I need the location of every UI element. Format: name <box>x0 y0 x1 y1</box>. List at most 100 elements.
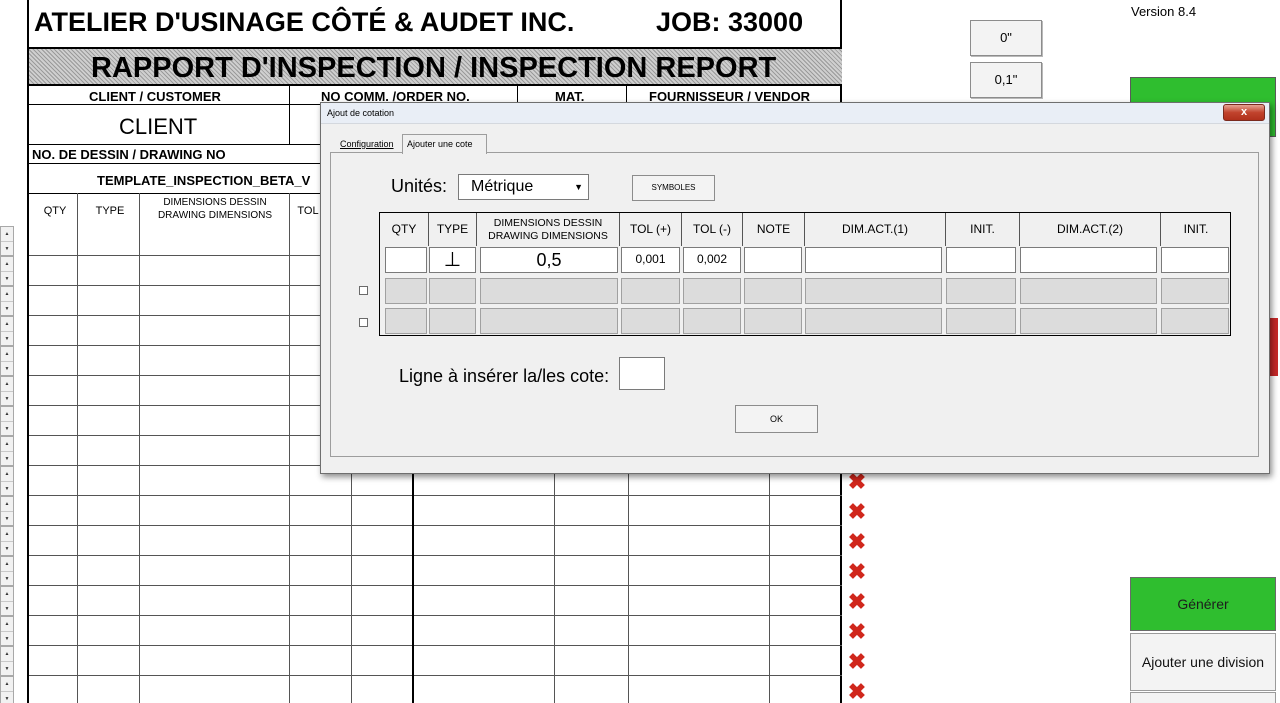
client-label: CLIENT / CUSTOMER <box>89 89 221 104</box>
row3-init-2-input[interactable] <box>1161 308 1229 334</box>
increment-01-button[interactable]: 0,1" <box>970 62 1042 98</box>
row3-checkbox[interactable] <box>359 318 368 327</box>
add-division-button[interactable]: Ajouter une division <box>1130 633 1276 691</box>
delete-row-icon[interactable]: ✖ <box>846 531 868 553</box>
close-button[interactable]: x <box>1223 104 1265 121</box>
row-spinner[interactable]: ▲ ▼ <box>0 436 14 466</box>
delete-row-icon[interactable]: ✖ <box>846 561 868 583</box>
row2-tol-plus-input[interactable] <box>621 278 680 304</box>
row-spinner[interactable]: ▲ ▼ <box>0 586 14 616</box>
row3-dimension-input[interactable] <box>480 308 618 334</box>
col-type-header: TYPE <box>95 205 125 217</box>
dialog-title: Ajout de cotation <box>327 108 395 118</box>
row-spinner[interactable]: ▲ ▼ <box>0 256 14 286</box>
units-select[interactable]: Métrique ▼ <box>458 174 589 200</box>
row-spinner[interactable]: ▲ ▼ <box>0 616 14 646</box>
row-spinner[interactable]: ▲ ▼ <box>0 466 14 496</box>
row1-dim-act-1-input[interactable] <box>805 247 942 273</box>
tab-add-dimension[interactable]: Ajouter une cote <box>402 134 487 154</box>
report-title-band: RAPPORT D'INSPECTION / INSPECTION REPORT <box>29 47 842 86</box>
ok-button[interactable]: OK <box>735 405 818 433</box>
row-spinner[interactable]: ▲ ▼ <box>0 676 14 703</box>
row3-tol-plus-input[interactable] <box>621 308 680 334</box>
row1-tol-minus-input[interactable]: 0,002 <box>683 247 741 273</box>
header-dim-act-2: DIM.ACT.(2) <box>1020 213 1161 246</box>
row-spinner[interactable]: ▲ ▼ <box>0 376 14 406</box>
tab-add-dimension-label: Ajouter une cote <box>407 139 473 149</box>
header-type: TYPE <box>429 213 477 246</box>
template-value[interactable]: TEMPLATE_INSPECTION_BETA_V <box>97 173 310 188</box>
delete-row-icon[interactable]: ✖ <box>846 681 868 703</box>
delete-row-icon[interactable]: ✖ <box>846 471 868 493</box>
divider <box>289 193 290 703</box>
perpendicular-symbol-icon: ⊥ <box>443 249 462 271</box>
row1-type-cell[interactable]: ⊥ <box>429 247 476 273</box>
header-tol-plus: TOL (+) <box>620 213 682 246</box>
row2-dim-act-2-input[interactable] <box>1020 278 1157 304</box>
row-spinner[interactable]: ▲ ▼ <box>0 286 14 316</box>
row2-init-1-input[interactable] <box>946 278 1016 304</box>
row3-type-cell[interactable] <box>429 308 476 334</box>
delete-row-icon[interactable]: ✖ <box>846 501 868 523</box>
company-name: ATELIER D'USINAGE CÔTÉ & AUDET INC. <box>34 7 575 37</box>
row1-init-1-input[interactable] <box>946 247 1016 273</box>
row2-qty-input[interactable] <box>385 278 427 304</box>
row2-tol-minus-input[interactable] <box>683 278 741 304</box>
col-tol-header: TOL <box>297 205 319 217</box>
divider <box>289 86 290 144</box>
row2-type-cell[interactable] <box>429 278 476 304</box>
row3-dim-act-1-input[interactable] <box>805 308 942 334</box>
units-select-value: Métrique <box>471 178 534 195</box>
delete-row-icon[interactable]: ✖ <box>846 651 868 673</box>
header-qty: QTY <box>380 213 429 246</box>
row1-init-2-input[interactable] <box>1161 247 1229 273</box>
row-spinner[interactable]: ▲ ▼ <box>0 526 14 556</box>
dropdown-arrow-icon[interactable]: ▼ <box>574 175 583 199</box>
row1-tol-plus-input[interactable]: 0,001 <box>621 247 680 273</box>
tab-configuration-label: Configuration <box>340 139 394 149</box>
row-spinner[interactable]: ▲ ▼ <box>0 316 14 346</box>
row3-note-input[interactable] <box>744 308 802 334</box>
row-spinner[interactable]: ▲ ▼ <box>0 496 14 526</box>
row1-dim-act-2-input[interactable] <box>1020 247 1157 273</box>
header-dim-act-1: DIM.ACT.(1) <box>805 213 946 246</box>
row3-dim-act-2-input[interactable] <box>1020 308 1157 334</box>
row1-qty-input[interactable] <box>385 247 427 273</box>
row-spinner[interactable]: ▲ ▼ <box>0 406 14 436</box>
divider <box>139 193 140 703</box>
excel-window: ▲ ▼ ▲ ▼ ▲ ▼ ▲ ▼ ▲ ▼ ▲ ▼ ▲ ▼ ▲ ▼ ▲ ▼ ▲ ▼ ▲ ▼ ▲ ▼ ▲ ▼ ▲… <box>0 0 1280 703</box>
row2-dim-act-1-input[interactable] <box>805 278 942 304</box>
extra-button[interactable] <box>1130 692 1276 703</box>
tab-configuration[interactable]: Configuration <box>336 136 402 153</box>
insert-line-label: Ligne à insérer la/les cote: <box>399 366 610 386</box>
job-number: JOB: 33000 <box>656 7 804 37</box>
row3-qty-input[interactable] <box>385 308 427 334</box>
header-dimensions: DIMENSIONS DESSIN DRAWING DIMENSIONS <box>477 213 620 246</box>
row1-dimension-input[interactable]: 0,5 <box>480 247 618 273</box>
row2-note-input[interactable] <box>744 278 802 304</box>
header-note: NOTE <box>743 213 805 246</box>
row2-checkbox[interactable] <box>359 286 368 295</box>
header-init-2: INIT. <box>1183 222 1209 236</box>
row1-note-input[interactable] <box>744 247 802 273</box>
row3-tol-minus-input[interactable] <box>683 308 741 334</box>
symbols-button[interactable]: SYMBOLES <box>632 175 715 201</box>
delete-row-icon[interactable]: ✖ <box>846 591 868 613</box>
insert-line-input[interactable] <box>619 357 665 390</box>
row-spinner[interactable]: ▲ ▼ <box>0 646 14 676</box>
delete-row-icon[interactable]: ✖ <box>846 621 868 643</box>
row2-dimension-input[interactable] <box>480 278 618 304</box>
row-spinner[interactable]: ▲ ▼ <box>0 346 14 376</box>
generate-button[interactable]: Générer <box>1130 577 1276 631</box>
row-spinner[interactable]: ▲ ▼ <box>0 226 14 256</box>
increment-0-button[interactable]: 0" <box>970 20 1042 56</box>
header-tol-minus: TOL (-) <box>682 213 743 246</box>
client-value[interactable]: CLIENT <box>119 114 197 140</box>
dialog-titlebar[interactable]: Ajout de cotation x <box>321 103 1269 124</box>
row3-init-1-input[interactable] <box>946 308 1016 334</box>
drawing-label: NO. DE DESSIN / DRAWING NO <box>32 147 226 162</box>
col-dim-header: DIMENSIONS DESSIN DRAWING DIMENSIONS <box>157 197 273 221</box>
row-spinner[interactable]: ▲ ▼ <box>0 556 14 586</box>
close-icon: x <box>1240 106 1248 118</box>
row2-init-2-input[interactable] <box>1161 278 1229 304</box>
